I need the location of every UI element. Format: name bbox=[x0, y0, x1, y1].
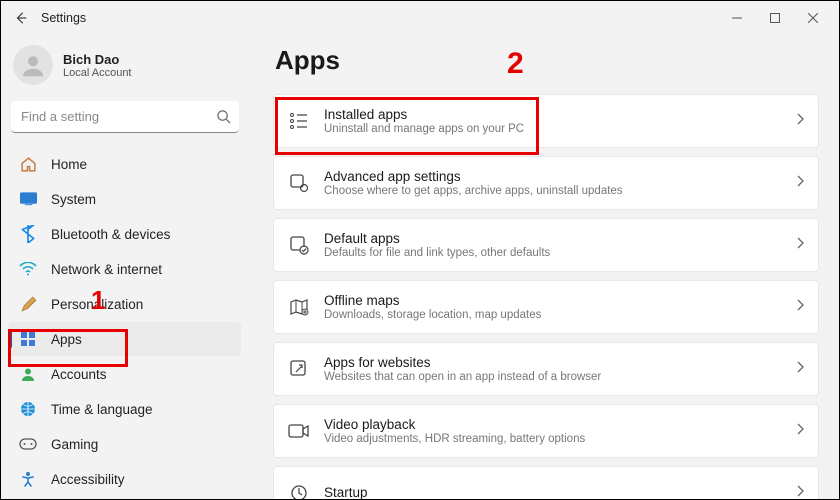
list-icon bbox=[288, 110, 310, 132]
chevron-right-icon bbox=[796, 298, 804, 316]
minimize-icon bbox=[732, 13, 742, 23]
search-icon bbox=[216, 109, 231, 129]
close-icon bbox=[808, 13, 818, 23]
apps-icon bbox=[19, 330, 37, 348]
sidebar-item-label: Network & internet bbox=[51, 262, 162, 277]
app-gear-icon bbox=[288, 172, 310, 194]
sidebar-item-label: Personalization bbox=[51, 297, 143, 312]
card-subtitle: Websites that can open in an app instead… bbox=[324, 371, 782, 383]
accessibility-icon bbox=[19, 470, 37, 488]
avatar bbox=[13, 45, 53, 85]
sidebar-item-label: Bluetooth & devices bbox=[51, 227, 170, 242]
main-panel: Apps Installed appsUninstall and manage … bbox=[249, 35, 839, 499]
card-title: Default apps bbox=[324, 231, 782, 246]
sidebar-item-network[interactable]: Network & internet bbox=[9, 252, 241, 286]
chevron-right-icon bbox=[796, 112, 804, 130]
card-installed-apps[interactable]: Installed appsUninstall and manage apps … bbox=[273, 94, 819, 148]
globe-icon bbox=[19, 400, 37, 418]
page-title: Apps bbox=[275, 45, 819, 76]
sidebar-item-label: Home bbox=[51, 157, 87, 172]
sidebar-item-system[interactable]: System bbox=[9, 182, 241, 216]
card-subtitle: Choose where to get apps, archive apps, … bbox=[324, 185, 782, 197]
minimize-button[interactable] bbox=[719, 6, 755, 30]
maximize-icon bbox=[770, 13, 780, 23]
map-icon bbox=[288, 296, 310, 318]
maximize-button[interactable] bbox=[757, 6, 793, 30]
back-button[interactable] bbox=[9, 6, 33, 30]
card-subtitle: Downloads, storage location, map updates bbox=[324, 309, 782, 321]
card-startup[interactable]: Startup bbox=[273, 466, 819, 499]
startup-icon bbox=[288, 482, 310, 499]
arrow-left-icon bbox=[14, 11, 28, 25]
chevron-right-icon bbox=[796, 422, 804, 440]
gaming-icon bbox=[19, 435, 37, 453]
bluetooth-icon bbox=[19, 225, 37, 243]
card-title: Advanced app settings bbox=[324, 169, 782, 184]
sidebar-item-apps[interactable]: Apps bbox=[9, 322, 241, 356]
window-title: Settings bbox=[41, 11, 86, 25]
sidebar-item-personalization[interactable]: Personalization bbox=[9, 287, 241, 321]
titlebar: Settings bbox=[1, 1, 839, 35]
chevron-right-icon bbox=[796, 484, 804, 499]
sidebar-item-label: Apps bbox=[51, 332, 82, 347]
system-icon bbox=[19, 190, 37, 208]
sidebar-item-accessibility[interactable]: Accessibility bbox=[9, 462, 241, 496]
window-controls bbox=[719, 6, 831, 30]
sidebar-item-label: Accessibility bbox=[51, 472, 125, 487]
account-name: Bich Dao bbox=[63, 52, 132, 67]
nav-list: Home System Bluetooth & devices Network … bbox=[9, 147, 241, 496]
sidebar-item-label: System bbox=[51, 192, 96, 207]
card-title: Installed apps bbox=[324, 107, 782, 122]
card-subtitle: Defaults for file and link types, other … bbox=[324, 247, 782, 259]
chevron-right-icon bbox=[796, 360, 804, 378]
search-input[interactable] bbox=[11, 101, 239, 133]
accounts-icon bbox=[19, 365, 37, 383]
card-title: Offline maps bbox=[324, 293, 782, 308]
account-type: Local Account bbox=[63, 67, 132, 79]
close-button[interactable] bbox=[795, 6, 831, 30]
sidebar-item-home[interactable]: Home bbox=[9, 147, 241, 181]
sidebar-item-bluetooth[interactable]: Bluetooth & devices bbox=[9, 217, 241, 251]
card-subtitle: Uninstall and manage apps on your PC bbox=[324, 123, 782, 135]
sidebar-item-label: Accounts bbox=[51, 367, 107, 382]
brush-icon bbox=[19, 295, 37, 313]
sidebar-item-time[interactable]: Time & language bbox=[9, 392, 241, 426]
sidebar-item-gaming[interactable]: Gaming bbox=[9, 427, 241, 461]
default-apps-icon bbox=[288, 234, 310, 256]
sidebar-item-accounts[interactable]: Accounts bbox=[9, 357, 241, 391]
chevron-right-icon bbox=[796, 174, 804, 192]
account-block[interactable]: Bich Dao Local Account bbox=[9, 41, 241, 97]
sidebar: Bich Dao Local Account Home System Bluet… bbox=[1, 35, 249, 499]
card-offline-maps[interactable]: Offline mapsDownloads, storage location,… bbox=[273, 280, 819, 334]
chevron-right-icon bbox=[796, 236, 804, 254]
wifi-icon bbox=[19, 260, 37, 278]
sidebar-item-label: Gaming bbox=[51, 437, 98, 452]
card-video-playback[interactable]: Video playbackVideo adjustments, HDR str… bbox=[273, 404, 819, 458]
card-title: Startup bbox=[324, 485, 782, 499]
sidebar-item-label: Time & language bbox=[51, 402, 153, 417]
person-icon bbox=[18, 50, 48, 80]
link-icon bbox=[288, 358, 310, 380]
video-icon bbox=[288, 420, 310, 442]
card-title: Video playback bbox=[324, 417, 782, 432]
card-apps-for-websites[interactable]: Apps for websitesWebsites that can open … bbox=[273, 342, 819, 396]
card-title: Apps for websites bbox=[324, 355, 782, 370]
card-default-apps[interactable]: Default appsDefaults for file and link t… bbox=[273, 218, 819, 272]
card-subtitle: Video adjustments, HDR streaming, batter… bbox=[324, 433, 782, 445]
home-icon bbox=[19, 155, 37, 173]
card-advanced-app-settings[interactable]: Advanced app settingsChoose where to get… bbox=[273, 156, 819, 210]
